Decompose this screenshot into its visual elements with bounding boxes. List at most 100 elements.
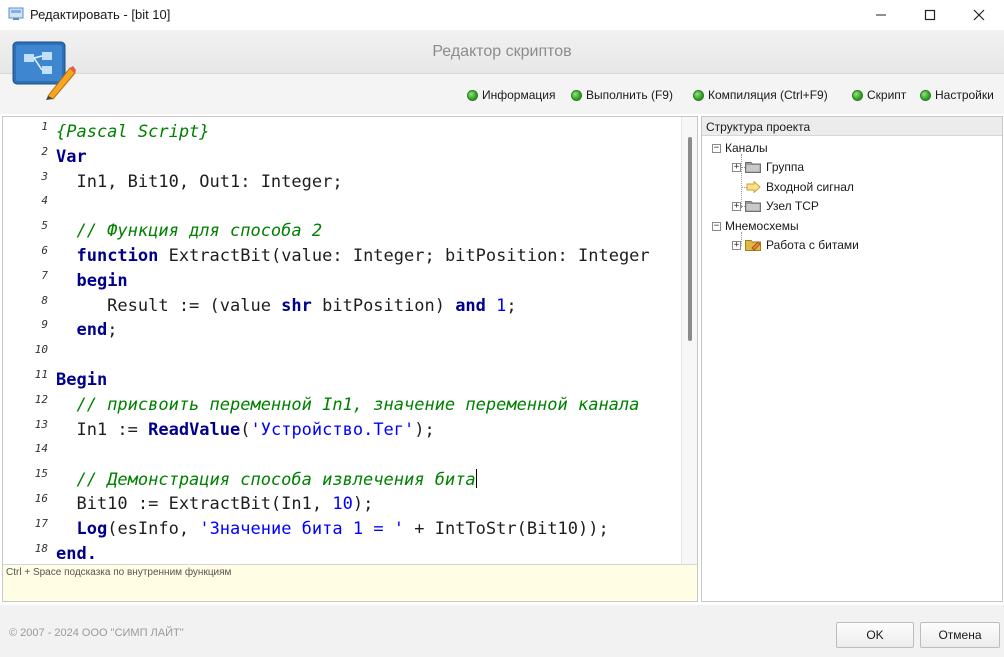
code-token: begin: [76, 270, 128, 291]
code-line[interactable]: 3 In1, Bit10, Out1: Integer;: [3, 170, 683, 195]
hint-panel: Ctrl + Space подсказка по внутренним фун…: [3, 564, 697, 601]
code-text: Result := (value shr bitPosition) and 1;: [56, 295, 516, 316]
expand-icon[interactable]: +: [732, 201, 741, 211]
code-text: // присвоить переменной In1, значение пе…: [56, 395, 639, 415]
line-number: 9: [41, 318, 48, 332]
code-line[interactable]: 2 Var: [3, 145, 683, 170]
toolbar-info-label: Информация: [482, 88, 556, 102]
tree-item-bits[interactable]: + Работа с битами: [732, 236, 859, 254]
code-line[interactable]: 10: [3, 343, 683, 368]
code-token: 1: [496, 295, 507, 316]
mnemo-folder-icon: [745, 240, 761, 251]
code-token: Result := (value: [56, 295, 282, 316]
code-token: and: [455, 295, 486, 316]
line-number: 8: [41, 293, 48, 307]
expand-icon[interactable]: +: [732, 162, 741, 172]
maximize-button[interactable]: [905, 0, 955, 30]
green-dot-icon: [693, 89, 704, 101]
code-token: function: [76, 246, 159, 266]
tree-item-tcp-node[interactable]: + Узел TCP: [732, 197, 819, 215]
code-line[interactable]: 8 Result := (value shr bitPosition) and …: [3, 294, 683, 319]
green-dot-icon: [467, 89, 478, 101]
collapse-icon[interactable]: −: [712, 221, 721, 231]
green-dot-icon: [852, 89, 863, 101]
code-line[interactable]: 9 end;: [3, 318, 683, 343]
green-dot-icon: [920, 89, 931, 101]
toolbar-info[interactable]: Информация: [467, 88, 555, 102]
line-number: 13: [34, 417, 48, 431]
code-line[interactable]: 15 // Демонстрация способа извлечения би…: [3, 467, 683, 492]
toolbar-run[interactable]: Выполнить (F9): [571, 88, 673, 102]
toolbar-script-label: Скрипт: [867, 88, 907, 102]
input-signal-icon: [746, 181, 761, 193]
code-text: end.: [56, 544, 97, 564]
code-text: {Pascal Script}: [56, 122, 210, 142]
vertical-scrollbar[interactable]: [681, 117, 697, 564]
code-line[interactable]: 13 In1 := ReadValue('Устройство.Тег');: [3, 418, 683, 443]
line-number: 17: [34, 516, 48, 530]
line-number: 3: [41, 169, 48, 183]
folder-icon: [745, 162, 761, 173]
code-text: Begin: [56, 370, 107, 390]
line-number: 5: [41, 219, 48, 233]
toolbar-settings-label: Настройки: [935, 88, 994, 102]
line-number: 11: [34, 368, 48, 381]
code-line[interactable]: 4: [3, 194, 683, 219]
toolbar-script[interactable]: Скрипт: [852, 88, 906, 102]
code-text: Log(esInfo, 'Значение бита 1 = ' + IntTo…: [56, 518, 609, 539]
tree-item-input-signal[interactable]: Входной сигнал: [745, 178, 854, 196]
toolbar-compile-label: Компиляция (Ctrl+F9): [708, 88, 828, 102]
cancel-button[interactable]: Отмена: [920, 622, 1000, 648]
code-token: In1, Bit10, Out1: Integer;: [56, 171, 343, 192]
code-token: // присвоить переменной In1, значение пе…: [56, 394, 640, 415]
code-line[interactable]: 11 Begin: [3, 368, 683, 393]
scrollbar-thumb[interactable]: [688, 137, 692, 341]
code-token: Log: [76, 518, 108, 539]
code-token: Bit10 := ExtractBit(In1,: [56, 494, 333, 514]
code-line[interactable]: 14: [3, 442, 683, 467]
app-icon: [8, 7, 24, 20]
code-token: // Демонстрация способа извлечения бита: [56, 470, 476, 491]
tree-item-group[interactable]: + Группа: [732, 158, 804, 176]
expand-icon[interactable]: +: [732, 240, 741, 250]
minimize-icon: [876, 14, 886, 16]
project-structure-header: Структура проекта: [702, 117, 1002, 136]
minimize-button[interactable]: [856, 0, 906, 30]
code-line[interactable]: 12 // присвоить переменной In1, значение…: [3, 393, 683, 418]
code-token: shr: [281, 295, 312, 316]
close-button[interactable]: [954, 0, 1004, 30]
code-line[interactable]: 17 Log(esInfo, 'Значение бита 1 = ' + In…: [3, 517, 683, 542]
line-number: 2: [41, 144, 48, 158]
line-number: 1: [41, 120, 48, 133]
code-line[interactable]: 5 // Функция для способа 2: [3, 219, 683, 244]
toolbar-run-label: Выполнить (F9): [586, 88, 673, 102]
code-token: );: [414, 419, 435, 440]
code-line[interactable]: 6 function ExtractBit(value: Integer; bi…: [3, 244, 683, 269]
tree-item-mnemo[interactable]: − Мнемосхемы: [712, 217, 799, 235]
code-token: end.: [56, 543, 97, 564]
code-line[interactable]: 7 begin: [3, 269, 683, 294]
code-line[interactable]: 1 {Pascal Script}: [3, 120, 683, 145]
code-area[interactable]: 1 {Pascal Script} 2 Var 3 In1, Bit10, Out1: …: [3, 117, 697, 564]
green-dot-icon: [571, 89, 582, 101]
code-editor[interactable]: 1 {Pascal Script} 2 Var 3 In1, Bit10, Out1: …: [2, 116, 698, 602]
ok-button[interactable]: OK: [836, 622, 914, 648]
code-text: In1, Bit10, Out1: Integer;: [56, 171, 343, 192]
toolbar-settings[interactable]: Настройки: [920, 88, 994, 102]
toolbar-compile[interactable]: Компиляция (Ctrl+F9): [693, 88, 828, 102]
code-line[interactable]: 18 end.: [3, 542, 683, 564]
tree-item-channels[interactable]: − Каналы: [712, 139, 768, 157]
collapse-icon[interactable]: −: [712, 143, 721, 153]
code-token: );: [352, 494, 374, 514]
code-token: + IntToStr(Bit10));: [404, 518, 609, 539]
code-text: // Функция для способа 2: [56, 221, 322, 241]
hint-text: Ctrl + Space подсказка по внутренним фун…: [6, 567, 232, 578]
tree-item-group-label: Группа: [766, 160, 805, 174]
header-title: Редактор скриптов: [432, 43, 572, 60]
code-token: (: [240, 419, 251, 440]
code-line[interactable]: 16 Bit10 := ExtractBit(In1, 10);: [3, 492, 683, 517]
text-caret: [475, 469, 477, 489]
line-number: 18: [34, 541, 48, 555]
